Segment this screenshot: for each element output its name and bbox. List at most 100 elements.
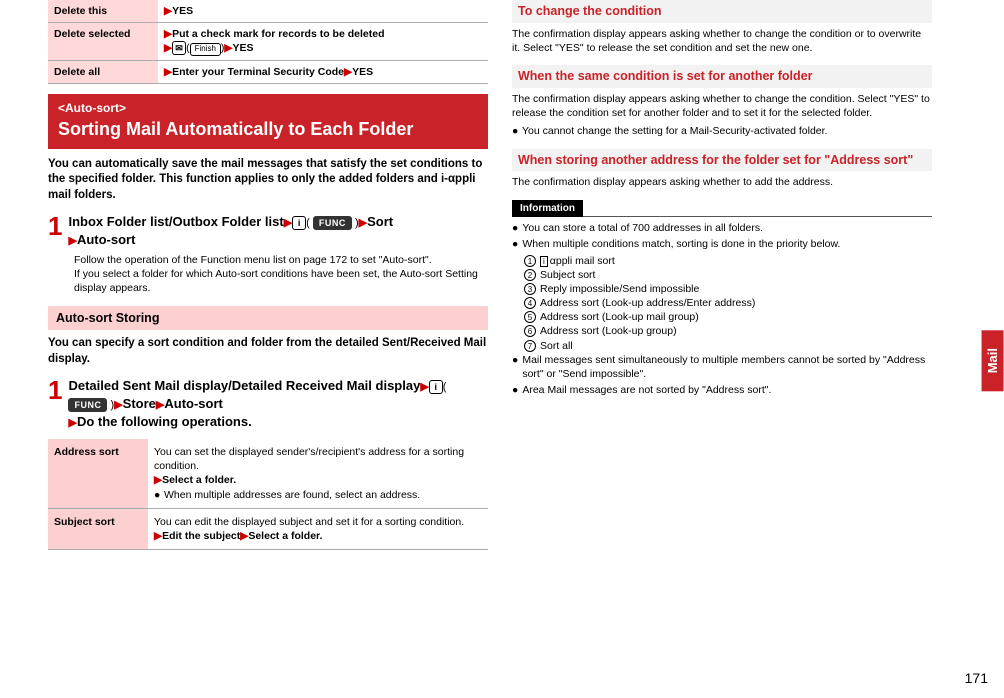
table-row: Delete this ▶YES xyxy=(48,0,488,23)
op-note-text: When multiple addresses are found, selec… xyxy=(164,488,420,502)
information-list: ● You can store a total of 700 addresses … xyxy=(512,217,932,397)
info-subitem: 5Address sort (Look-up mail group) xyxy=(524,310,932,324)
table-row: Delete all ▶Enter your Terminal Security… xyxy=(48,61,488,84)
step-title-text: Auto-sort xyxy=(164,396,223,411)
triangle-icon: ▶ xyxy=(114,399,122,411)
opt-label: Delete all xyxy=(48,61,158,84)
section-title-bar: <Auto-sort> Sorting Mail Automatically t… xyxy=(48,94,488,148)
triangle-icon: ▶ xyxy=(224,42,232,54)
opt-label: Delete this xyxy=(48,0,158,23)
triangle-icon: ▶ xyxy=(284,217,292,229)
info-subitem: 7 Sort all xyxy=(524,339,932,353)
info-sub-text: Address sort (Look-up mail group) xyxy=(540,311,699,323)
bullet-icon: ● xyxy=(512,237,518,251)
table-row: Delete selected ▶Put a check mark for re… xyxy=(48,23,488,61)
operations-table: Address sort You can set the displayed s… xyxy=(48,439,488,550)
info-text: You can store a total of 700 addresses i… xyxy=(522,221,763,235)
bullet-icon: ● xyxy=(512,124,518,138)
mail-key-icon: ✉ xyxy=(172,41,186,55)
step-content: Inbox Folder list/Outbox Folder list▶i( … xyxy=(68,213,393,249)
info-text: When multiple conditions match, sorting … xyxy=(522,237,840,251)
circled-number-icon: 7 xyxy=(524,340,536,352)
subsection-intro: You can specify a sort condition and fol… xyxy=(48,336,488,367)
step-content: Detailed Sent Mail display/Detailed Rece… xyxy=(68,377,488,431)
op-text: You can set the displayed sender's/recip… xyxy=(154,446,464,472)
info-subitem: 3Reply impossible/Send impossible xyxy=(524,282,932,296)
section-title: Sorting Mail Automatically to Each Folde… xyxy=(58,117,478,141)
triangle-icon: ▶ xyxy=(164,42,172,54)
right-bullet-text: You cannot change the setting for a Mail… xyxy=(522,124,827,138)
triangle-icon: ▶ xyxy=(68,235,76,247)
step-title-text: Detailed Sent Mail display/Detailed Rece… xyxy=(68,378,420,393)
right-paragraph: The confirmation display appears asking … xyxy=(512,92,932,120)
opt-label: Delete selected xyxy=(48,23,158,61)
info-sub-text: Sort all xyxy=(540,340,573,352)
right-bullet: ● You cannot change the setting for a Mai… xyxy=(512,124,932,138)
info-text: Mail messages sent simultaneously to mul… xyxy=(522,353,932,381)
opt-value: ▶YES xyxy=(158,0,488,23)
opt-text: YES xyxy=(172,5,193,17)
triangle-icon: ▶ xyxy=(154,530,162,542)
step-number: 1 xyxy=(48,377,62,431)
op-body: You can edit the displayed subject and s… xyxy=(148,508,488,549)
step-title-text: Sort xyxy=(367,214,393,229)
op-text: You can edit the displayed subject and s… xyxy=(154,516,464,528)
info-item: ● You can store a total of 700 addresses … xyxy=(512,221,932,235)
triangle-icon: ▶ xyxy=(154,474,162,486)
circled-number-icon: 2 xyxy=(524,269,536,281)
information-tag: Information xyxy=(512,200,583,218)
triangle-icon: ▶ xyxy=(164,5,172,17)
circled-number-icon: 6 xyxy=(524,325,536,337)
triangle-icon: ▶ xyxy=(164,66,172,78)
right-heading: To change the condition xyxy=(512,0,932,23)
op-label: Address sort xyxy=(48,439,148,508)
step-1b: 1 Detailed Sent Mail display/Detailed Re… xyxy=(48,377,488,431)
info-subitem: 4Address sort (Look-up address/Enter add… xyxy=(524,296,932,310)
table-row: Subject sort You can edit the displayed … xyxy=(48,508,488,549)
i-icon: i xyxy=(540,256,548,267)
info-sub-text: Subject sort xyxy=(540,269,595,281)
opt-value: ▶Enter your Terminal Security Code▶YES xyxy=(158,61,488,84)
info-subitem: 6 Address sort (Look-up group) xyxy=(524,324,932,338)
triangle-icon: ▶ xyxy=(68,417,76,429)
info-text: Area Mail messages are not sorted by "Ad… xyxy=(522,383,771,397)
delete-options-table: Delete this ▶YES Delete selected ▶Put a … xyxy=(48,0,488,84)
subsection-heading: Auto-sort Storing xyxy=(48,306,488,331)
opt-text: Enter your Terminal Security Code xyxy=(172,66,344,78)
circled-number-icon: 4 xyxy=(524,297,536,309)
op-action: Select a folder. xyxy=(248,530,322,542)
section-intro: You can automatically save the mail mess… xyxy=(48,157,488,204)
op-body: You can set the displayed sender's/recip… xyxy=(148,439,488,508)
i-key-icon: i xyxy=(429,380,443,394)
op-action: Edit the subject xyxy=(162,530,240,542)
op-note: ●When multiple addresses are found, sele… xyxy=(154,488,482,502)
right-heading: When storing another address for the fol… xyxy=(512,149,932,172)
right-column: To change the condition The confirmation… xyxy=(512,0,932,550)
step-title-text: Auto-sort xyxy=(77,232,136,247)
triangle-icon: ▶ xyxy=(164,28,172,40)
circled-number-icon: 3 xyxy=(524,283,536,295)
page-number: 171 xyxy=(965,669,988,688)
opt-text: YES xyxy=(352,66,373,78)
opt-text: YES xyxy=(233,42,254,54)
info-item: ● Area Mail messages are not sorted by "A… xyxy=(512,383,932,397)
step-number: 1 xyxy=(48,213,62,249)
table-row: Address sort You can set the displayed s… xyxy=(48,439,488,508)
func-badge: FUNC xyxy=(68,398,107,412)
section-pretitle: <Auto-sort> xyxy=(58,100,478,116)
step-title-text: Inbox Folder list/Outbox Folder list xyxy=(68,214,283,229)
left-column: Delete this ▶YES Delete selected ▶Put a … xyxy=(48,0,488,550)
i-key-icon: i xyxy=(292,216,306,230)
info-item: ●Mail messages sent simultaneously to mu… xyxy=(512,353,932,381)
circled-number-icon: 1 xyxy=(524,255,536,267)
information-box: Information ● You can store a total of 70… xyxy=(512,200,932,398)
op-label: Subject sort xyxy=(48,508,148,549)
info-subitem: 1iαppli mail sort xyxy=(524,254,932,268)
info-item: ● When multiple conditions match, sorting… xyxy=(512,237,932,251)
bullet-icon: ● xyxy=(512,383,518,397)
triangle-icon: ▶ xyxy=(420,381,428,393)
step-1: 1 Inbox Folder list/Outbox Folder list▶i… xyxy=(48,213,488,249)
info-sub-text: Address sort (Look-up group) xyxy=(540,325,677,337)
bullet-icon: ● xyxy=(512,221,518,235)
right-heading: When the same condition is set for anoth… xyxy=(512,65,932,88)
